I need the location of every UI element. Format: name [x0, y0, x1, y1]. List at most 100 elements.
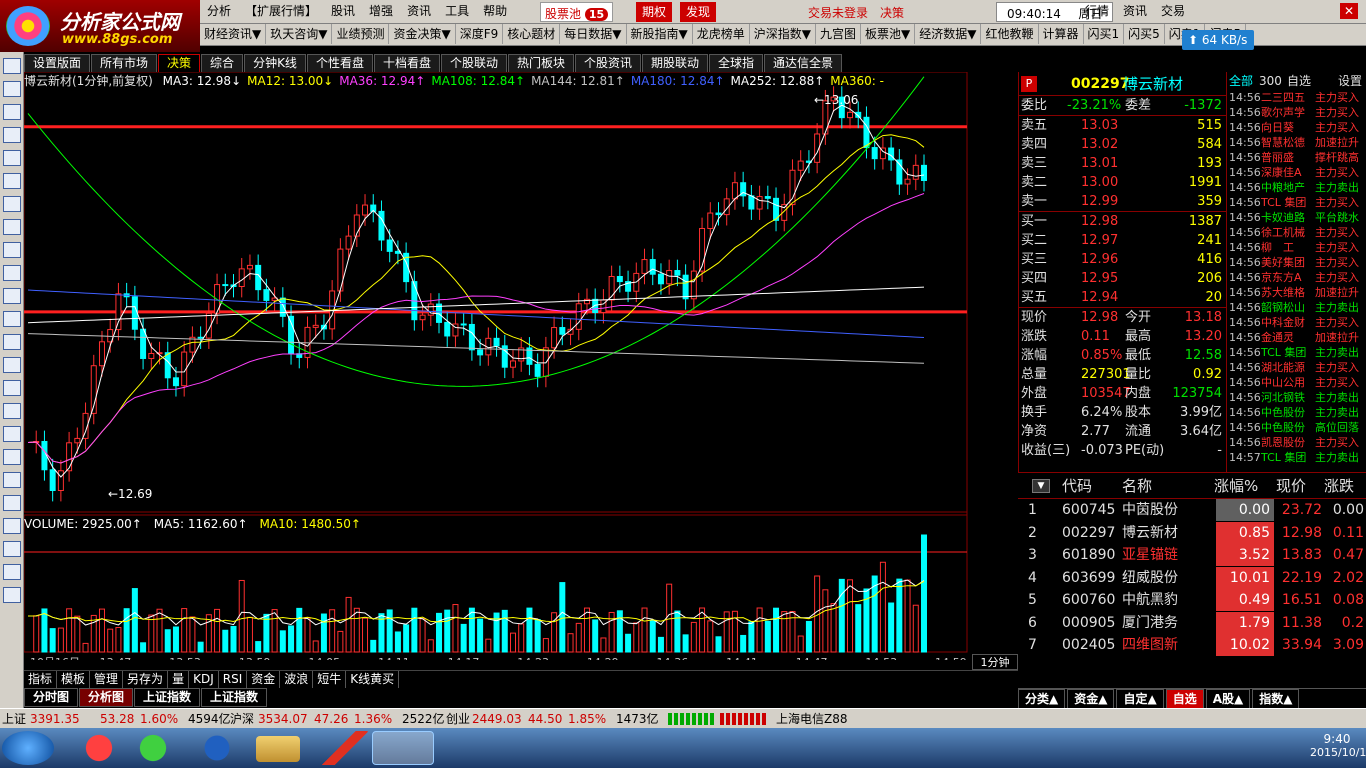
watch-row[interactable]: 7 002405 四维图新 10.02 33.94 3.09 [1018, 634, 1366, 657]
buy-row[interactable]: 买五 12.94 20 [1019, 288, 1226, 307]
toolbar-item-4[interactable]: 深度F9 [456, 24, 504, 44]
buy-row[interactable]: 买三 12.96 416 [1019, 250, 1226, 269]
tick-row[interactable]: 14:56 柳 工 主力买入 [1227, 240, 1366, 255]
tab-4[interactable]: 分钟K线 [244, 54, 306, 72]
tick-row[interactable]: 14:56 二三四五 主力买入 [1227, 90, 1366, 105]
faxian-button[interactable]: 发现 [680, 2, 717, 22]
network-server[interactable]: 上海电信Z88 [776, 712, 848, 726]
indicator-tool[interactable]: K线黄买 [346, 671, 400, 688]
toolbar-item-9[interactable]: 沪深指数▼ [750, 24, 816, 44]
left-tool-icon[interactable] [3, 334, 21, 350]
col-change-pct[interactable]: 涨幅% [1214, 473, 1258, 499]
indicator-tool[interactable]: 波浪 [280, 671, 314, 688]
left-tool-icon[interactable] [3, 127, 21, 143]
indicator-tool[interactable]: RSI [219, 671, 248, 688]
right-tab[interactable]: 自定▲ [1116, 689, 1164, 709]
ticks-zixuan-tab[interactable]: 自选 [1287, 72, 1311, 90]
tick-row[interactable]: 14:56 中科金财 主力买入 [1227, 315, 1366, 330]
right-tab[interactable]: 分类▲ [1018, 689, 1066, 709]
stock-pool-button[interactable]: 股票池 15 [540, 2, 614, 22]
menu-kuozhan[interactable]: 【扩展行情】 [238, 0, 324, 22]
tick-row[interactable]: 14:56 河北钢铁 主力卖出 [1227, 390, 1366, 405]
toolbar-item-2[interactable]: 业绩预测 [332, 24, 390, 44]
tab-10[interactable]: 期股联动 [642, 54, 709, 72]
left-tool-icon[interactable] [3, 449, 21, 465]
taskbar-stock-app-icon[interactable] [372, 731, 434, 765]
menu-zixun[interactable]: 资讯 [400, 0, 438, 22]
tick-row[interactable]: 14:56 凯恩股份 主力买入 [1227, 435, 1366, 450]
left-tool-icon[interactable] [3, 265, 21, 281]
qiquan-button[interactable]: 期权 [636, 2, 673, 22]
left-tool-icon[interactable] [3, 426, 21, 442]
tab-1[interactable]: 所有市场 [91, 54, 158, 72]
period-selector[interactable]: 1分钟 [972, 654, 1018, 670]
tick-row[interactable]: 14:56 普丽盛 撑杆跳高 [1227, 150, 1366, 165]
menu-bangzhu[interactable]: 帮助 [476, 0, 514, 22]
toolbar-item-3[interactable]: 资金决策▼ [389, 24, 456, 44]
menu-zengqiang[interactable]: 增强 [362, 0, 400, 22]
toolbar-item-15[interactable]: 闪买1 [1084, 24, 1125, 44]
sell-row[interactable]: 卖二 13.00 1991 [1019, 173, 1226, 192]
menu-gongju[interactable]: 工具 [438, 0, 476, 22]
col-change[interactable]: 涨跌 [1324, 473, 1354, 499]
ticks-settings[interactable]: 设置 [1338, 72, 1362, 90]
zixun-button[interactable]: 资讯 [1116, 0, 1154, 22]
toolbar-item-1[interactable]: 玖天咨询▼ [266, 24, 333, 44]
tick-row[interactable]: 14:56 歌尔声学 主力买入 [1227, 105, 1366, 120]
right-tab[interactable]: 指数▲ [1252, 689, 1300, 709]
left-tool-icon[interactable] [3, 104, 21, 120]
sell-row[interactable]: 卖三 13.01 193 [1019, 154, 1226, 173]
indicator-tool[interactable]: 另存为 [123, 671, 169, 688]
left-tool-icon[interactable] [3, 311, 21, 327]
tick-row[interactable]: 14:56 中山公用 主力买入 [1227, 375, 1366, 390]
kline-chart[interactable]: 13.05 13.03 13.00 12.98 12.95 12.93 12.90 12.88… [24, 72, 970, 660]
indicator-tool[interactable]: 管理 [90, 671, 124, 688]
toolbar-item-16[interactable]: 闪买5 [1124, 24, 1165, 44]
tick-row[interactable]: 14:56 金通灵 加速拉升 [1227, 330, 1366, 345]
tick-row[interactable]: 14:56 智慧松德 加速拉升 [1227, 135, 1366, 150]
pen-icon[interactable] [316, 731, 370, 765]
left-tool-icon[interactable] [3, 150, 21, 166]
bottom-tab-0[interactable]: 分时图 [24, 688, 79, 707]
left-tool-icon[interactable] [3, 495, 21, 511]
bottom-tab-1[interactable]: 分析图 [79, 688, 134, 707]
tick-row[interactable]: 14:56 美好集团 主力买入 [1227, 255, 1366, 270]
indicator-tool[interactable]: 模板 [57, 671, 91, 688]
right-tab[interactable]: A股▲ [1205, 689, 1251, 709]
col-code[interactable]: 代码 [1062, 473, 1092, 499]
toolbar-item-11[interactable]: 板票池▼ [861, 24, 916, 44]
menu-fenxi[interactable]: 分析 [200, 0, 238, 22]
tick-row[interactable]: 14:56 TCL 集团 主力买入 [1227, 195, 1366, 210]
left-tool-icon[interactable] [3, 541, 21, 557]
trade-login-status[interactable]: 交易未登录 [808, 4, 868, 21]
toolbar-item-8[interactable]: 龙虎榜单 [693, 24, 750, 44]
menu-guxun[interactable]: 股讯 [324, 0, 362, 22]
tab-8[interactable]: 热门板块 [507, 54, 574, 72]
bottom-tab-3[interactable]: 上证指数 [201, 688, 268, 707]
dropdown-icon[interactable]: ▼ [1032, 479, 1050, 493]
tab-3[interactable]: 综合 [201, 54, 244, 72]
toolbar-item-5[interactable]: 核心题材 [503, 24, 561, 44]
col-name[interactable]: 名称 [1122, 473, 1152, 499]
indicator-tool[interactable]: 短牛 [313, 671, 347, 688]
tick-row[interactable]: 14:56 京东方A 主力买入 [1227, 270, 1366, 285]
tick-row[interactable]: 14:56 湖北能源 主力买入 [1227, 360, 1366, 375]
watch-row[interactable]: 6 000905 厦门港务 1.79 11.38 0.2 [1018, 611, 1366, 635]
tick-row[interactable]: 14:56 向日葵 主力买入 [1227, 120, 1366, 135]
watch-row[interactable]: 2 002297 博云新材 0.85 12.98 0.11 [1018, 521, 1366, 545]
tick-row[interactable]: 14:56 中粮地产 主力卖出 [1227, 180, 1366, 195]
indicator-tool[interactable]: 资金 [247, 671, 281, 688]
indicator-tool[interactable]: KDJ [189, 671, 219, 688]
left-tool-icon[interactable] [3, 81, 21, 97]
indicator-tool[interactable]: 指标 [24, 671, 58, 688]
watch-row[interactable]: 5 600760 中航黑豹 0.49 16.51 0.08 [1018, 589, 1366, 612]
tick-row[interactable]: 14:56 徐工机械 主力买入 [1227, 225, 1366, 240]
tab-6[interactable]: 十档看盘 [373, 54, 440, 72]
col-price[interactable]: 现价 [1276, 473, 1306, 499]
tick-row[interactable]: 14:56 中色股份 高位回落 [1227, 420, 1366, 435]
tab-0[interactable]: 设置版面 [24, 54, 91, 72]
left-tool-icon[interactable] [3, 288, 21, 304]
toolbar-item-0[interactable]: 财经资讯▼ [200, 24, 267, 44]
left-tool-icon[interactable] [3, 58, 21, 74]
left-tool-icon[interactable] [3, 196, 21, 212]
